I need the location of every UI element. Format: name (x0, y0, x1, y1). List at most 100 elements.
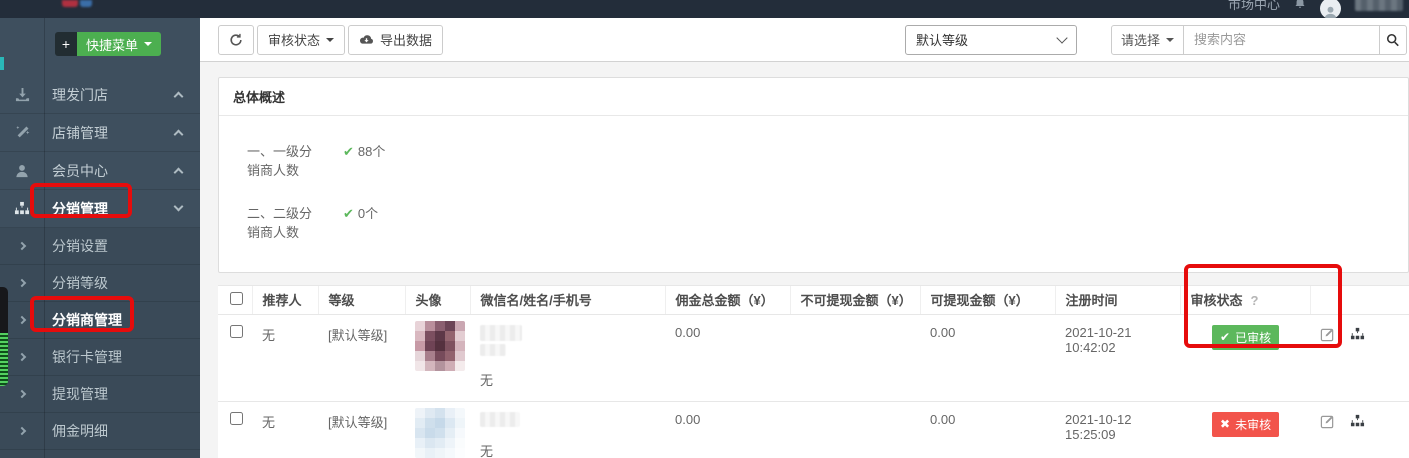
caret-down-icon (326, 38, 334, 42)
edge-scroll-fragment (0, 57, 4, 70)
cell-commission-total: 0.00 (665, 401, 790, 458)
overview-value: ✔0个 (343, 204, 378, 242)
edge-tool-stripes (0, 333, 8, 386)
sitemap-icon (1350, 327, 1365, 341)
chevron-up-icon (174, 130, 184, 140)
search-input[interactable] (1184, 25, 1380, 55)
sidebar-subitem-bank-card-management[interactable]: 银行卡管理 (0, 339, 200, 376)
refresh-button[interactable] (218, 25, 254, 55)
check-icon: ✔ (343, 144, 354, 159)
sidebar-nav: 理发门店 店铺管理 会员中心 (0, 76, 200, 458)
level-select[interactable]: 默认等级 (905, 25, 1077, 55)
chevron-down-icon (174, 202, 184, 212)
chevron-down-icon (1056, 32, 1067, 43)
help-icon[interactable]: ? (1251, 293, 1259, 308)
overview-count: 88个 (358, 144, 385, 159)
col-non-withdrawable: 不可提现金额（¥） (790, 286, 920, 314)
sidebar-item-label: 理发门店 (44, 85, 175, 105)
cell-recommender: 无 (252, 401, 318, 458)
cell-withdrawable: 0.00 (920, 401, 1055, 458)
sidebar-item-barber-store[interactable]: 理发门店 (0, 76, 200, 114)
cross-icon: ✖ (1220, 417, 1230, 431)
sidebar-subitem-distribution-settings[interactable]: 分销设置 (0, 228, 200, 265)
cell-withdrawable: 0.00 (920, 314, 1055, 401)
nav-market-center[interactable]: 市场中心 (1228, 0, 1280, 13)
search-icon (1386, 33, 1400, 47)
overview-row-level1: 一、一级分销商人数 ✔88个 (247, 142, 1380, 180)
user-avatar[interactable] (1320, 0, 1341, 18)
distributor-table: 推荐人 等级 头像 微信名/姓名/手机号 佣金总金额（¥） 不可提现金额（¥） … (218, 286, 1409, 458)
row-checkbox[interactable] (230, 325, 243, 338)
col-audit-status: 审核状态? (1180, 286, 1310, 314)
name-redacted (480, 344, 506, 356)
audit-status-filter-button[interactable]: 审核状态 (257, 25, 345, 55)
quick-menu-label: 快捷菜单 (86, 35, 138, 54)
sidebar-subitem-label: 分销等级 (44, 273, 108, 293)
col-withdrawable: 可提现金额（¥） (920, 286, 1055, 314)
col-name: 微信名/姓名/手机号 (470, 286, 665, 314)
status-badge-label: 未审核 (1235, 416, 1271, 433)
avatar-redacted (415, 321, 465, 371)
sidebar-subitem-commission-details[interactable]: 佣金明细 (0, 413, 200, 450)
topbar-right: 市场中心 (1228, 0, 1403, 18)
quick-menu-group: + 快捷菜单 (55, 32, 200, 56)
sidebar-subitem-label: 银行卡管理 (44, 347, 122, 367)
overview-label: 二、二级分销商人数 (247, 204, 315, 242)
sidebar-subitem-distributor-management[interactable]: 分销商管理 (0, 302, 200, 339)
col-commission-total: 佣金总金额（¥） (665, 286, 790, 314)
sidebar-item-distribution-management[interactable]: 分销管理 (0, 190, 200, 228)
cell-name: 无 (470, 314, 665, 401)
cell-name: 无 无 (470, 401, 665, 458)
table-row: 无 [默认等级] 无 0.00 0.00 (218, 314, 1409, 401)
status-badge-approved[interactable]: ✔已审核 (1212, 325, 1279, 350)
sidebar-item-shop-management[interactable]: 店铺管理 (0, 114, 200, 152)
status-badge-pending[interactable]: ✖ 未审核 (1212, 412, 1279, 437)
quick-menu-button[interactable]: 快捷菜单 (77, 32, 161, 56)
export-data-button[interactable]: 导出数据 (348, 25, 443, 55)
cell-register-time: 2021-10-12 15:25:09 (1055, 401, 1180, 458)
sidebar-item-label: 分销管理 (44, 199, 175, 219)
overview-panel-title: 总体概述 (219, 78, 1408, 116)
cell-non-withdrawable (790, 401, 920, 458)
overview-panel: 总体概述 一、一级分销商人数 ✔88个 二、二级分销商人数 ✔0个 (218, 77, 1409, 273)
name-line: 无 (480, 441, 665, 458)
chevron-right-icon (0, 391, 44, 397)
search-field-select-button[interactable]: 请选择 (1111, 25, 1184, 55)
add-button[interactable]: + (55, 32, 77, 56)
cell-audit-status: ✔已审核 (1180, 314, 1310, 401)
plus-icon: + (62, 36, 70, 52)
toolbar-right: 默认等级 请选择 (905, 25, 1407, 55)
search-field-select-label: 请选择 (1121, 30, 1160, 49)
edit-button[interactable] (1320, 327, 1335, 342)
team-tree-button[interactable] (1350, 414, 1365, 428)
cell-level: [默认等级] (318, 314, 405, 401)
app-logo (62, 0, 92, 7)
name-line: 无 (480, 370, 665, 389)
username-redacted[interactable] (1355, 0, 1403, 11)
edit-icon (1320, 327, 1335, 342)
notification-icon[interactable] (1294, 0, 1306, 12)
team-tree-button[interactable] (1350, 327, 1365, 341)
search-button[interactable] (1380, 25, 1407, 55)
chevron-up-icon (174, 92, 184, 102)
sidebar-subitem-label: 分销设置 (44, 236, 108, 256)
sidebar-subitem-distribution-levels[interactable]: 分销等级 (0, 265, 200, 302)
sidebar-item-member-center[interactable]: 会员中心 (0, 152, 200, 190)
sidebar: + 快捷菜单 理发门店 店铺管理 (0, 18, 200, 458)
refresh-icon (229, 33, 243, 47)
row-checkbox[interactable] (230, 412, 243, 425)
sitemap-icon (0, 201, 44, 216)
sidebar-subitem-partial[interactable] (0, 450, 200, 458)
chevron-right-icon (0, 243, 44, 249)
edit-button[interactable] (1320, 414, 1335, 429)
select-all-checkbox[interactable] (230, 292, 243, 305)
topbar: 市场中心 (0, 0, 1409, 18)
sidebar-subitem-label: 佣金明细 (44, 421, 108, 441)
edge-tool-handle (0, 287, 8, 333)
edge-tool-widget[interactable] (0, 287, 8, 386)
sidebar-item-label: 店铺管理 (44, 123, 175, 143)
col-tree (1340, 286, 1409, 314)
sidebar-subitem-withdrawal-management[interactable]: 提现管理 (0, 376, 200, 413)
table-header-row: 推荐人 等级 头像 微信名/姓名/手机号 佣金总金额（¥） 不可提现金额（¥） … (218, 286, 1409, 314)
overview-value: ✔ 88个 (343, 142, 385, 180)
